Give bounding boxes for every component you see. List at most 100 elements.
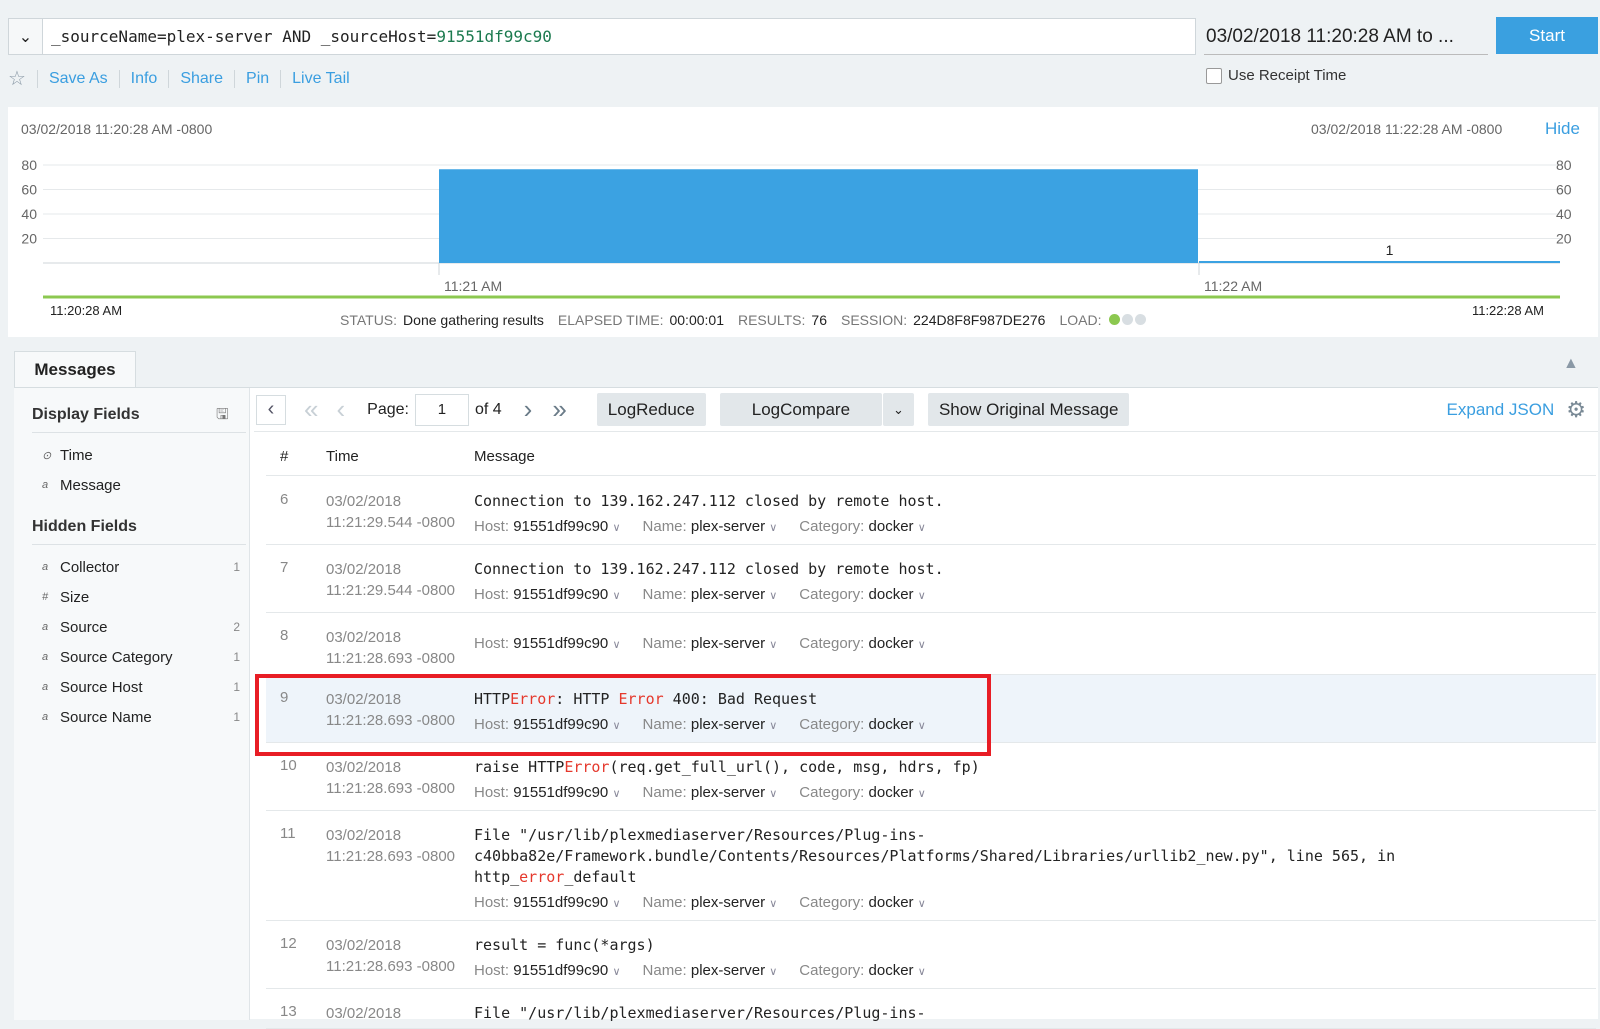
host-meta[interactable]: Host: 91551df99c90 ∨	[474, 784, 621, 801]
chevron-down-icon[interactable]: ∨	[918, 639, 926, 651]
settings-gear-icon[interactable]: ⚙	[1566, 397, 1586, 423]
row-timestamp: 11:21:29.544 -0800	[326, 582, 456, 599]
collapse-up-icon[interactable]: ▲	[1563, 355, 1579, 373]
logreduce-button[interactable]: LogReduce	[596, 393, 706, 426]
time-range-input[interactable]: 03/02/2018 11:20:28 AM to ...	[1204, 18, 1488, 55]
use-receipt-time-checkbox[interactable]: Use Receipt Time	[1206, 67, 1346, 84]
pin-link[interactable]: Pin	[246, 70, 269, 88]
host-meta[interactable]: Host: 91551df99c90 ∨	[474, 586, 621, 603]
display-fields-title: Display Fields	[32, 406, 140, 423]
field-count: 1	[233, 680, 240, 694]
host-meta[interactable]: Host: 91551df99c90 ∨	[474, 518, 621, 535]
chevron-down-icon[interactable]: ∨	[612, 590, 620, 602]
page-input[interactable]: 1	[414, 393, 469, 426]
name-meta[interactable]: Name: plex-server ∨	[643, 586, 778, 603]
name-meta[interactable]: Name: plex-server ∨	[643, 518, 778, 535]
chevron-down-icon[interactable]: ∨	[769, 898, 777, 910]
chevron-down-icon[interactable]: ∨	[612, 522, 620, 534]
row-message: raise HTTPError(req.get_full_url(), code…	[474, 757, 1574, 778]
chevron-down-icon[interactable]: ∨	[918, 522, 926, 534]
row-timestamp: 11:21:28.693 -0800	[326, 848, 456, 865]
next-page-icon[interactable]: ›	[524, 394, 533, 425]
chevron-down-icon[interactable]: ∨	[612, 898, 620, 910]
last-page-icon[interactable]: »	[552, 394, 566, 425]
chevron-down-icon[interactable]: ∨	[769, 639, 777, 651]
name-value: plex-server	[690, 784, 766, 801]
hidden-field-item[interactable]: a Source Name 1	[32, 702, 246, 732]
hide-chart-link[interactable]: Hide	[1545, 119, 1580, 139]
logcompare-button[interactable]: LogCompare	[719, 393, 883, 426]
logcompare-dropdown-icon[interactable]: ⌄	[883, 393, 914, 426]
save-icon[interactable]: 🖫	[216, 404, 229, 429]
category-meta[interactable]: Category: docker ∨	[799, 784, 925, 801]
name-value: plex-server	[690, 518, 766, 535]
table-row[interactable]: 7 03/02/2018 11:21:29.544 -0800 Connectio…	[266, 545, 1596, 613]
message-text-part: raise HTTP	[474, 758, 565, 776]
chevron-down-icon[interactable]: ∨	[612, 966, 620, 978]
category-meta[interactable]: Category: docker ∨	[799, 518, 925, 535]
column-message[interactable]: Message	[474, 448, 535, 465]
elapsed-value: 00:00:01	[669, 312, 724, 328]
chevron-down-icon[interactable]: ∨	[612, 639, 620, 651]
table-row[interactable]: 13 03/02/2018 File "/usr/lib/plexmediase…	[266, 989, 1596, 1029]
share-link[interactable]: Share	[180, 70, 223, 88]
chevron-down-icon[interactable]: ∨	[769, 590, 777, 602]
column-time[interactable]: Time	[326, 448, 359, 465]
table-row[interactable]: 8 03/02/2018 11:21:28.693 -0800 Host: 915…	[266, 613, 1596, 675]
table-row[interactable]: 11 03/02/2018 11:21:28.693 -0800 File "/u…	[266, 811, 1596, 921]
name-meta[interactable]: Name: plex-server ∨	[643, 894, 778, 911]
chevron-down-icon[interactable]: ∨	[918, 590, 926, 602]
range-end-label: 03/02/2018 11:22:28 AM -0800	[1311, 121, 1503, 137]
expand-json-link[interactable]: Expand JSON	[1447, 400, 1555, 420]
display-fields-list: ⊙ Time a Message	[32, 440, 246, 500]
collapse-sidebar-icon[interactable]: ‹	[256, 394, 286, 425]
query-text[interactable]: _sourceName=plex-server AND _sourceHost=…	[43, 27, 552, 46]
category-meta[interactable]: Category: docker ∨	[799, 962, 925, 979]
show-original-message-button[interactable]: Show Original Message	[927, 393, 1130, 426]
chevron-down-icon[interactable]: ∨	[918, 898, 926, 910]
query-input[interactable]: ⌄ _sourceName=plex-server AND _sourceHos…	[8, 18, 1196, 55]
hidden-field-item[interactable]: # Size	[32, 582, 246, 612]
chevron-down-icon[interactable]: ∨	[612, 788, 620, 800]
category-meta[interactable]: Category: docker ∨	[799, 586, 925, 603]
host-meta[interactable]: Host: 91551df99c90 ∨	[474, 962, 621, 979]
row-date: 03/02/2018	[326, 493, 402, 510]
field-count: 1	[233, 710, 240, 724]
category-meta[interactable]: Category: docker ∨	[799, 635, 925, 652]
live-tail-link[interactable]: Live Tail	[292, 70, 350, 88]
prev-page-icon[interactable]: ‹	[336, 394, 345, 425]
hidden-field-item[interactable]: a Source 2	[32, 612, 246, 642]
chevron-down-icon[interactable]: ∨	[918, 788, 926, 800]
host-meta[interactable]: Host: 91551df99c90 ∨	[474, 635, 621, 652]
table-row[interactable]: 6 03/02/2018 11:21:29.544 -0800 Connectio…	[266, 477, 1596, 545]
name-meta[interactable]: Name: plex-server ∨	[643, 635, 778, 652]
star-icon[interactable]: ☆	[8, 66, 26, 91]
name-meta[interactable]: Name: plex-server ∨	[643, 962, 778, 979]
info-link[interactable]: Info	[131, 70, 158, 88]
tab-messages[interactable]: Messages	[14, 351, 136, 388]
category-meta[interactable]: Category: docker ∨	[799, 894, 925, 911]
name-meta[interactable]: Name: plex-server ∨	[643, 784, 778, 801]
display-field-item[interactable]: ⊙ Time	[32, 440, 246, 470]
histogram-chart[interactable]: 80 80 60 60 40 40 20 20 11:21 AM 11:22 AM 1 11:20:2…	[8, 147, 1598, 337]
hidden-field-item[interactable]: a Source Category 1	[32, 642, 246, 672]
host-meta[interactable]: Host: 91551df99c90 ∨	[474, 894, 621, 911]
divider	[36, 69, 38, 88]
first-page-icon[interactable]: «	[304, 394, 318, 425]
hidden-field-item[interactable]: a Source Host 1	[32, 672, 246, 702]
display-field-item[interactable]: a Message	[32, 470, 246, 500]
row-timestamp: 11:21:28.693 -0800	[326, 958, 456, 975]
hidden-field-item[interactable]: a Collector 1	[32, 552, 246, 582]
table-row[interactable]: 12 03/02/2018 11:21:28.693 -0800 result =…	[266, 921, 1596, 989]
timeline-end: 11:22:28 AM	[1472, 303, 1544, 318]
chevron-down-icon[interactable]: ∨	[769, 966, 777, 978]
chevron-down-icon[interactable]: ∨	[918, 966, 926, 978]
chevron-down-icon[interactable]: ∨	[769, 522, 777, 534]
message-text-part: result = func(*args)	[474, 936, 655, 954]
query-history-dropdown[interactable]: ⌄	[9, 19, 43, 54]
save-as-link[interactable]: Save As	[49, 70, 108, 88]
start-button[interactable]: Start	[1496, 17, 1598, 54]
chevron-down-icon[interactable]: ∨	[769, 788, 777, 800]
column-num[interactable]: #	[280, 448, 288, 465]
checkbox[interactable]	[1206, 67, 1222, 84]
